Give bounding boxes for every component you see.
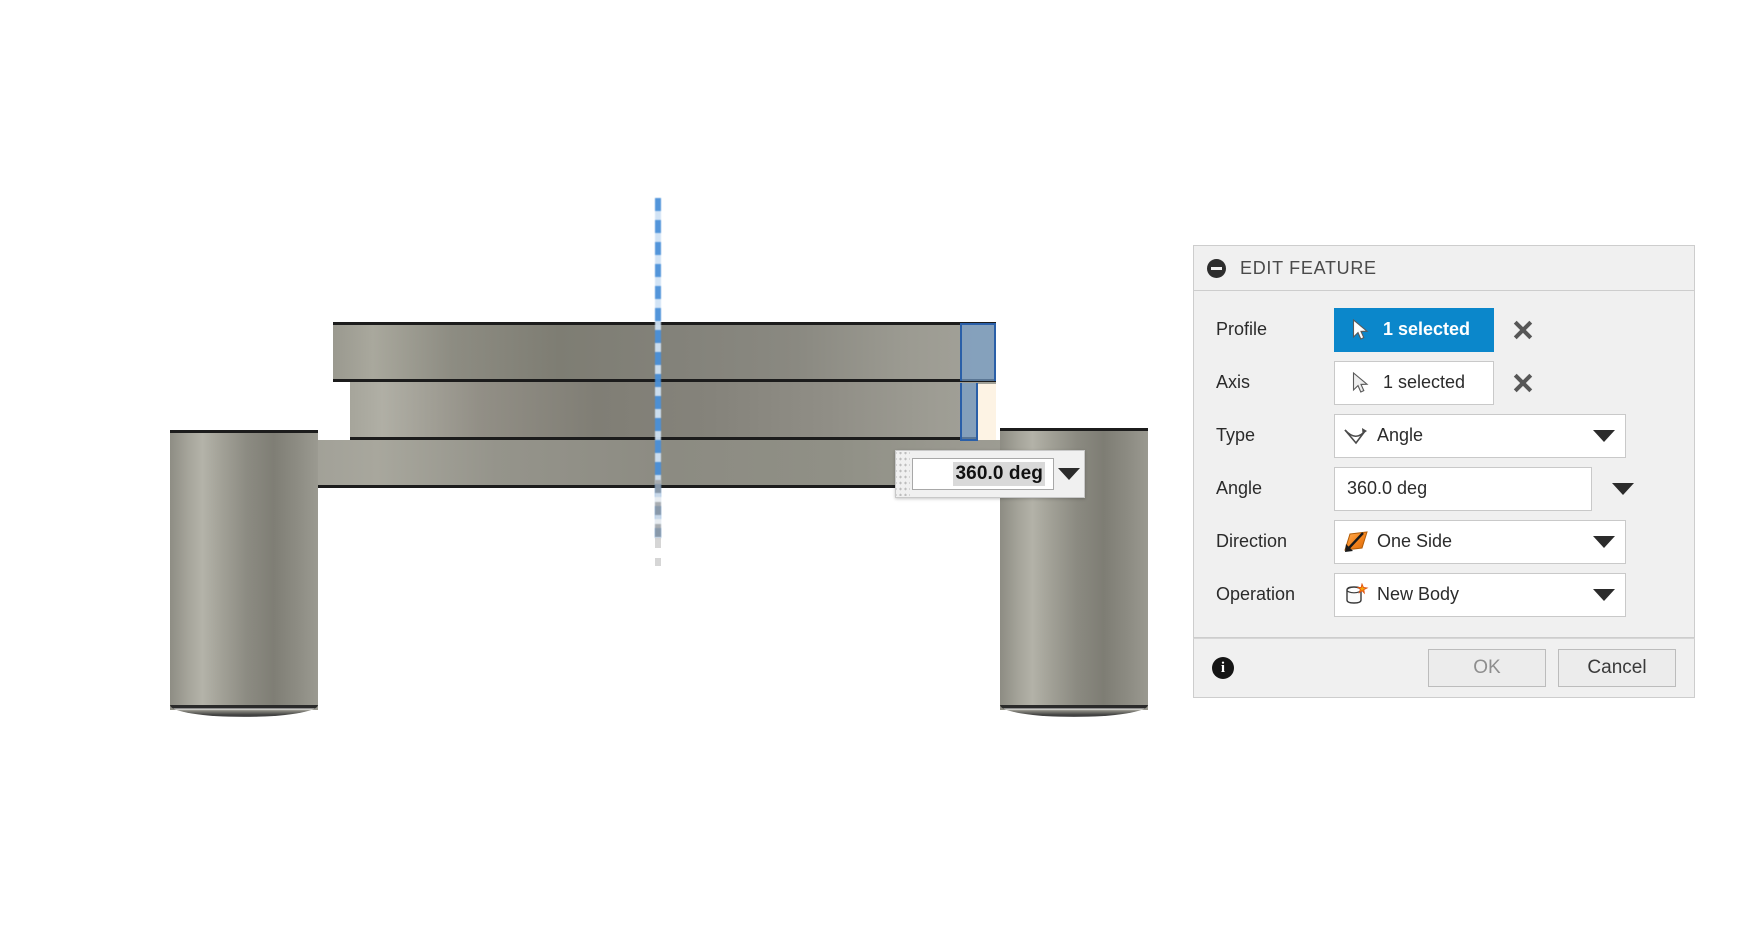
chevron-down-icon (1058, 468, 1080, 480)
revolve-axis-line-behind (655, 480, 661, 540)
dialog-title: EDIT FEATURE (1240, 257, 1377, 278)
type-dropdown[interactable]: Angle (1334, 413, 1626, 458)
chevron-down-icon[interactable] (1593, 535, 1615, 548)
cursor-arrow-icon (1347, 317, 1373, 343)
ok-button[interactable]: OK (1428, 649, 1546, 687)
dialog-footer: i OK Cancel (1193, 638, 1695, 698)
selected-profile-highlight-upper[interactable] (960, 323, 996, 381)
field-row-direction: Direction One Side (1194, 515, 1694, 568)
model-disc-upper[interactable] (333, 322, 996, 382)
model-left-cylinder-base (170, 705, 318, 717)
cancel-button[interactable]: Cancel (1558, 649, 1676, 687)
selected-profile-highlight-lower[interactable] (960, 383, 978, 441)
angle-input[interactable]: 360.0 deg (1334, 466, 1592, 511)
angle-value: 360.0 deg (1347, 478, 1428, 498)
label-angle: Angle (1216, 478, 1263, 498)
cancel-button-label: Cancel (1587, 657, 1647, 678)
model-left-cylinder[interactable] (170, 430, 318, 710)
label-direction: Direction (1216, 531, 1288, 551)
field-row-axis: Axis 1 selected (1194, 356, 1694, 409)
chevron-down-icon[interactable] (1593, 588, 1615, 601)
sketch-profile-face (978, 384, 996, 440)
inline-angle-editor[interactable]: 360.0 deg (895, 450, 1085, 498)
dialog-body: Profile 1 selected Axis 1 selected Type … (1193, 291, 1695, 638)
model-right-cylinder-base (1000, 705, 1148, 717)
inline-angle-input[interactable]: 360.0 deg (912, 458, 1054, 490)
info-icon[interactable]: i (1212, 657, 1234, 679)
drag-grip-icon[interactable] (896, 452, 910, 496)
axis-selection-count: 1 selected (1383, 372, 1466, 392)
one-side-direction-icon (1343, 529, 1369, 555)
inline-angle-dropdown-button[interactable] (1054, 468, 1084, 480)
profile-select-button[interactable]: 1 selected (1334, 307, 1494, 352)
angle-sweep-icon (1343, 423, 1369, 449)
axis-select-button[interactable]: 1 selected (1334, 360, 1494, 405)
direction-value: One Side (1377, 531, 1453, 551)
type-value: Angle (1377, 425, 1424, 445)
label-profile: Profile (1216, 319, 1268, 339)
chevron-down-icon[interactable] (1593, 429, 1615, 442)
dialog-titlebar[interactable]: EDIT FEATURE (1193, 245, 1695, 291)
label-operation: Operation (1216, 584, 1296, 604)
edit-feature-dialog[interactable]: EDIT FEATURE Profile 1 selected Axis 1 s… (1193, 245, 1695, 698)
revolve-axis-line-tail (655, 538, 661, 566)
field-row-type: Type Angle (1194, 409, 1694, 462)
cursor-arrow-icon (1347, 370, 1373, 396)
info-glyph: i (1220, 659, 1226, 676)
model-disc-middle[interactable] (350, 382, 996, 440)
field-row-angle: Angle 360.0 deg (1194, 462, 1694, 515)
inline-angle-value: 360.0 deg (953, 462, 1045, 486)
operation-dropdown[interactable]: New Body (1334, 572, 1626, 617)
axis-clear-icon[interactable] (1512, 372, 1534, 394)
new-body-icon (1343, 582, 1369, 608)
field-row-profile: Profile 1 selected (1194, 303, 1694, 356)
angle-dropdown-caret[interactable] (1612, 482, 1634, 495)
operation-value: New Body (1377, 584, 1460, 604)
label-type: Type (1216, 425, 1256, 445)
direction-dropdown[interactable]: One Side (1334, 519, 1626, 564)
ok-button-label: OK (1473, 657, 1501, 678)
field-row-operation: Operation New Body (1194, 568, 1694, 621)
profile-clear-icon[interactable] (1512, 319, 1534, 341)
profile-selection-count: 1 selected (1383, 319, 1471, 339)
label-axis: Axis (1216, 372, 1251, 392)
collapse-minus-icon[interactable] (1207, 258, 1226, 278)
